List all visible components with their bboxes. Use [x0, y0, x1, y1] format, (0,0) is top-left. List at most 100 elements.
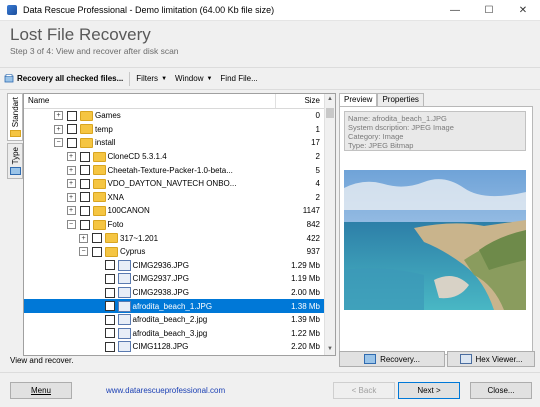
- column-name-header[interactable]: Name: [24, 94, 276, 108]
- tab-type[interactable]: Type: [7, 143, 23, 179]
- tree-file-row[interactable]: CIMG2937.JPG 1.19 Mb: [24, 272, 324, 286]
- window-controls: — ☐ ✕: [438, 0, 540, 20]
- tree-file-row[interactable]: afrodita_beach_3.jpg 1.22 Mb: [24, 327, 324, 341]
- menu-button[interactable]: Menu: [10, 382, 72, 399]
- tab-preview[interactable]: Preview: [339, 93, 378, 107]
- row-checkbox[interactable]: [104, 287, 115, 298]
- tree-folder-row[interactable]: + temp 1: [24, 123, 324, 137]
- hex-viewer-button[interactable]: Hex Viewer...: [447, 351, 535, 367]
- tab-properties[interactable]: Properties: [377, 93, 424, 106]
- expand-icon[interactable]: +: [66, 179, 76, 189]
- hex-icon: [459, 354, 472, 364]
- tree-folder-row[interactable]: +317~1.201 422: [24, 231, 324, 245]
- expand-icon[interactable]: +: [66, 206, 76, 216]
- window-menu[interactable]: Window ▼: [171, 70, 216, 88]
- row-size: 1: [315, 124, 320, 134]
- row-checkbox[interactable]: [104, 328, 115, 339]
- row-checkbox[interactable]: [79, 151, 90, 162]
- collapse-icon[interactable]: −: [66, 220, 76, 230]
- file-tree[interactable]: Name Size + Games 0 + temp 1 − install 17 + CloneC…: [23, 93, 336, 356]
- scroll-down-icon[interactable]: ▼: [325, 344, 335, 355]
- tree-file-row[interactable]: CIMG1128.JPG 2.20 Mb: [24, 340, 324, 354]
- recovery-button[interactable]: Recovery...: [339, 351, 445, 367]
- chevron-down-icon: ▼: [161, 75, 168, 82]
- folder-icon: [105, 246, 118, 257]
- minimize-button[interactable]: —: [438, 0, 472, 20]
- image-file-icon: [117, 259, 131, 271]
- expand-icon[interactable]: +: [54, 111, 63, 121]
- row-checkbox[interactable]: [67, 124, 77, 135]
- type-icon: [9, 167, 21, 175]
- tree-folder-row[interactable]: + XNA 2: [24, 191, 324, 205]
- tree-folder-row[interactable]: + Cheetah-Texture-Packer-1.0-beta... 5: [24, 163, 324, 177]
- row-checkbox[interactable]: [104, 314, 115, 325]
- expand-icon[interactable]: +: [79, 233, 88, 243]
- back-button[interactable]: < Back: [333, 382, 395, 399]
- recovery-all-checked-label: Recovery all checked files...: [17, 74, 124, 83]
- folder-icon: [105, 233, 118, 244]
- column-size-header[interactable]: Size: [276, 94, 324, 108]
- website-link[interactable]: www.datarescueprofessional.com: [106, 386, 225, 395]
- row-checkbox[interactable]: [79, 178, 90, 189]
- info-system: System dscription: JPEG Image: [348, 123, 454, 132]
- tree-file-row[interactable]: afrodita_beach_1.JPG 1.38 Mb: [24, 299, 324, 313]
- maximize-button[interactable]: ☐: [472, 0, 506, 20]
- row-checkbox[interactable]: [67, 110, 77, 121]
- row-size: 1147: [302, 206, 320, 216]
- image-file-icon: [117, 341, 131, 353]
- row-checkbox[interactable]: [104, 260, 115, 271]
- image-file-icon: [117, 327, 131, 339]
- row-checkbox[interactable]: [79, 192, 90, 203]
- expand-icon[interactable]: +: [54, 124, 63, 134]
- tree-scrollbar[interactable]: ▲ ▼: [324, 94, 335, 355]
- row-checkbox[interactable]: [79, 205, 90, 216]
- scrollbar-thumb[interactable]: [326, 108, 334, 118]
- tree-folder-row[interactable]: − Cyprus 937: [24, 245, 324, 259]
- row-checkbox[interactable]: [104, 341, 115, 352]
- tree-file-row[interactable]: CIMG2936.JPG 1.29 Mb: [24, 259, 324, 273]
- row-checkbox[interactable]: [79, 165, 90, 176]
- info-name: Name: afrodita_beach_1.JPG: [348, 114, 447, 123]
- row-name: XNA: [107, 192, 124, 202]
- tab-standart[interactable]: Standart: [7, 93, 23, 141]
- row-checkbox[interactable]: [79, 219, 90, 230]
- expand-icon[interactable]: +: [66, 192, 76, 202]
- expand-icon[interactable]: +: [66, 165, 76, 175]
- close-button[interactable]: Close...: [470, 382, 532, 399]
- row-checkbox[interactable]: [92, 233, 102, 244]
- row-checkbox[interactable]: [104, 301, 115, 312]
- image-preview: [344, 170, 526, 310]
- tree-folder-row[interactable]: − Foto 842: [24, 218, 324, 232]
- tree-file-row[interactable]: CIMG2938.JPG 2.00 Mb: [24, 286, 324, 300]
- folder-icon: [80, 137, 93, 148]
- next-button[interactable]: Next >: [398, 382, 460, 399]
- find-file-button[interactable]: Find File...: [216, 70, 261, 88]
- row-size: 2: [315, 192, 320, 202]
- row-checkbox[interactable]: [67, 137, 77, 148]
- recovery-icon: [4, 73, 14, 82]
- tree-folder-row[interactable]: + CloneCD 5.3.1.4 2: [24, 150, 324, 164]
- close-window-button[interactable]: ✕: [506, 0, 540, 20]
- row-checkbox[interactable]: [104, 273, 115, 284]
- tree-folder-row[interactable]: +100CANON 1147: [24, 204, 324, 218]
- tree-folder-row[interactable]: + Games 0: [24, 109, 324, 123]
- expand-icon[interactable]: +: [66, 152, 76, 162]
- collapse-icon[interactable]: −: [79, 247, 88, 257]
- menu-button-label: Menu: [30, 386, 51, 395]
- collapse-icon[interactable]: −: [54, 138, 63, 148]
- filters-menu[interactable]: Filters ▼: [132, 70, 171, 88]
- scroll-up-icon[interactable]: ▲: [325, 94, 335, 105]
- row-name: 317~1.201: [120, 233, 159, 243]
- toolbar-separator: [129, 71, 131, 86]
- tree-file-row[interactable]: afrodita_beach_2.jpg 1.39 Mb: [24, 313, 324, 327]
- recovery-all-checked-button[interactable]: Recovery all checked files...: [0, 70, 127, 88]
- preview-tabs: Preview Properties: [339, 93, 424, 107]
- preview-panel: Preview Properties Name: afrodita_beach_…: [339, 93, 535, 367]
- tree-folder-row[interactable]: + VDO_DAYTON_NAVTECH ONBO... 4: [24, 177, 324, 191]
- tree-folder-row[interactable]: − install 17: [24, 136, 324, 150]
- row-checkbox[interactable]: [92, 246, 102, 257]
- file-info-box: Name: afrodita_beach_1.JPG System dscrip…: [344, 111, 526, 151]
- hex-viewer-label: Hex Viewer...: [475, 354, 523, 364]
- toolbar: Recovery all checked files... Filters ▼ …: [0, 67, 540, 90]
- info-category: Category: Image: [348, 132, 404, 141]
